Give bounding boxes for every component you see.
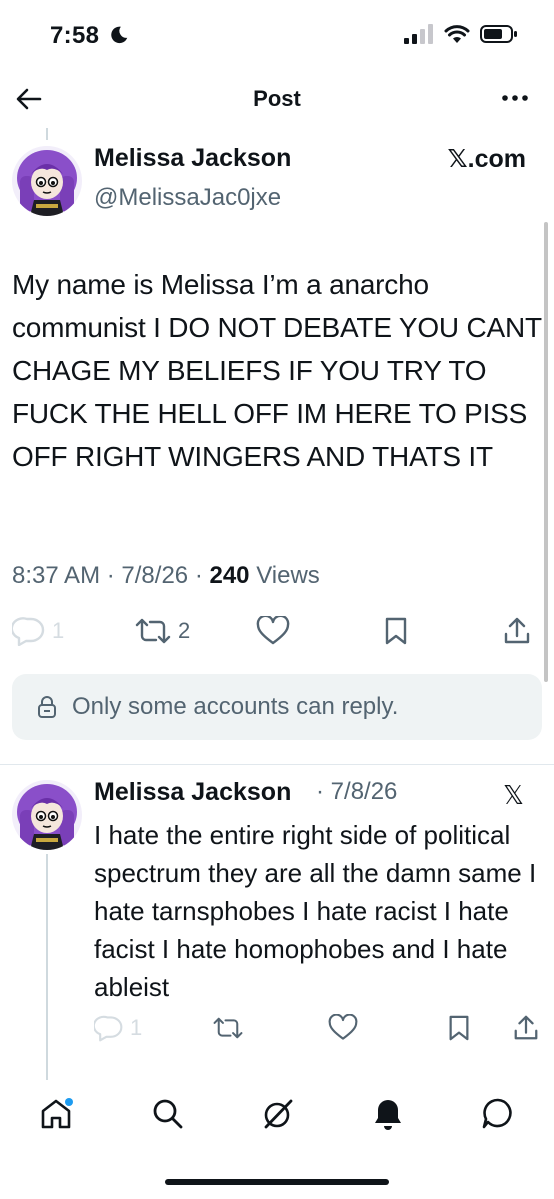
reply-repost-button[interactable]	[212, 1014, 244, 1042]
reply-restriction-notice: Only some accounts can reply.	[12, 674, 542, 740]
search-icon[interactable]	[150, 1096, 186, 1132]
reply-count: 1	[52, 618, 65, 643]
reply-text: I hate the entire right side of politica…	[94, 820, 537, 1002]
more-icon[interactable]	[500, 86, 530, 110]
share-icon	[504, 617, 530, 644]
wifi-icon	[444, 25, 470, 43]
grok-icon[interactable]	[260, 1096, 296, 1132]
page-title: Post	[253, 86, 301, 111]
reply-via-label: 𝕏	[503, 780, 524, 810]
reply-bookmark-button[interactable]	[446, 1014, 472, 1042]
post-text: My name is Melissa I’m a anarcho communi…	[12, 269, 542, 472]
avatar-image	[12, 146, 82, 216]
like-icon	[328, 1014, 358, 1040]
messages-icon[interactable]	[480, 1096, 516, 1132]
bookmark-button[interactable]	[382, 616, 410, 646]
thread-line-top	[46, 128, 48, 140]
repost-icon	[213, 1017, 243, 1039]
status-icons	[404, 24, 518, 44]
top-nav: Post	[0, 78, 554, 122]
status-time: 7:58	[50, 22, 100, 49]
bottom-tab-bar	[0, 1086, 554, 1146]
like-button[interactable]	[256, 616, 290, 646]
post-time: 8:37 AM	[12, 562, 101, 589]
lock-icon	[38, 696, 56, 718]
repost-count: 2	[178, 618, 191, 643]
reply-button[interactable]: 1	[12, 616, 64, 646]
reply-avatar[interactable]	[12, 780, 82, 850]
avatar-image	[12, 780, 82, 850]
reply-reply-count: 1	[130, 1015, 143, 1040]
reply-actions: 1	[0, 1014, 554, 1050]
reply-notice-text: Only some accounts can reply.	[72, 693, 399, 720]
post-date: 7/8/26	[121, 562, 189, 589]
reply-like-button[interactable]	[328, 1014, 358, 1042]
repost-button[interactable]: 2	[134, 616, 190, 646]
reply-share-button[interactable]	[512, 1014, 540, 1042]
reply-author-name[interactable]: Melissa Jackson	[94, 778, 291, 807]
status-bar: 7:58	[0, 0, 554, 70]
via-label: 𝕏.com	[447, 145, 527, 173]
author-handle[interactable]: @MelissaJac0jxe	[94, 184, 281, 212]
repost-icon	[135, 618, 171, 644]
battery-icon	[480, 25, 517, 43]
scrollbar[interactable]	[544, 222, 548, 682]
post-meta: 8:37 AM · 7/8/26 · 240 Views	[12, 562, 320, 590]
views-label: Views	[256, 562, 320, 589]
reply-reply-button[interactable]: 1	[94, 1014, 142, 1042]
separator: ·	[106, 562, 122, 589]
reply-date-value: 7/8/26	[330, 778, 398, 805]
like-icon	[256, 616, 290, 645]
reply-icon	[94, 1015, 123, 1042]
avatar[interactable]	[12, 146, 82, 216]
bookmark-icon	[449, 1015, 469, 1041]
signal-icon	[404, 24, 433, 44]
divider	[0, 764, 554, 765]
home-indicator	[165, 1179, 389, 1185]
bookmark-icon	[385, 617, 407, 645]
reply-date: · 7/8/26	[316, 778, 398, 805]
author-name[interactable]: Melissa Jackson	[94, 144, 291, 173]
home-icon[interactable]	[38, 1096, 74, 1132]
post-actions: 1 2	[0, 616, 554, 652]
share-icon	[514, 1015, 538, 1040]
moon-icon	[111, 26, 128, 44]
notifications-icon[interactable]	[370, 1096, 406, 1132]
views-count: 240	[209, 562, 250, 589]
separator: ·	[194, 562, 210, 589]
reply-icon	[12, 617, 45, 646]
share-button[interactable]	[502, 616, 532, 646]
